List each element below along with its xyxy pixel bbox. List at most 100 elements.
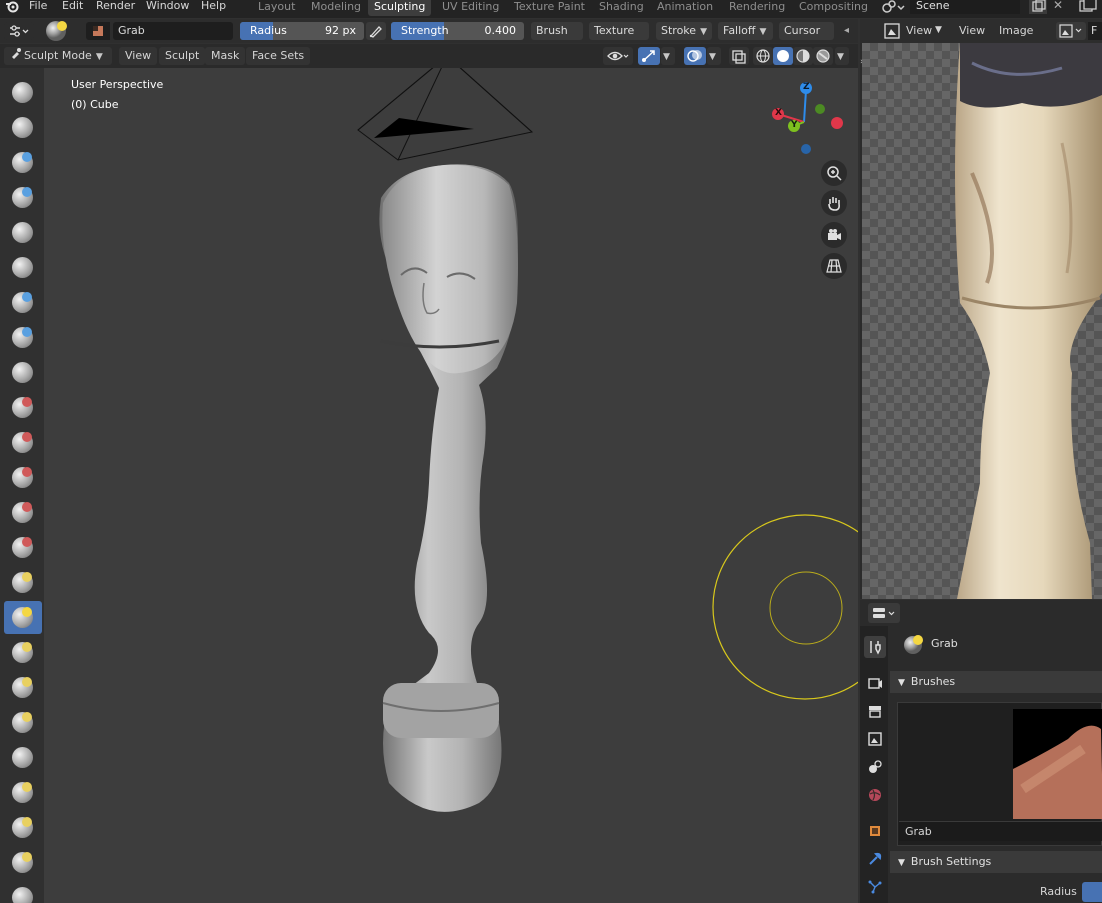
world-properties-icon[interactable] <box>864 784 886 806</box>
menu-file[interactable]: File <box>29 0 47 14</box>
grab-brush-icon[interactable] <box>4 601 42 634</box>
thumb-brush-icon[interactable] <box>4 706 42 739</box>
rotate-brush-icon[interactable] <box>4 811 42 844</box>
header-overflow-icon[interactable]: ◂ <box>844 22 856 40</box>
radius-slider[interactable]: Radius 92 px <box>240 22 364 40</box>
crease-brush-icon[interactable] <box>4 356 42 389</box>
modifier-properties-icon[interactable] <box>864 848 886 870</box>
sculpt-mesh[interactable] <box>369 163 549 828</box>
editor-type-button[interactable] <box>4 22 34 40</box>
render-properties-icon[interactable] <box>864 672 886 694</box>
3d-viewport[interactable]: User Perspective (0) Cube Z X Y <box>44 68 858 903</box>
material-shading-button[interactable] <box>793 47 813 65</box>
brushes-panel-header[interactable]: ▼ Brushes <box>890 671 1102 693</box>
layer-brush-icon[interactable] <box>4 251 42 284</box>
texture-menu[interactable]: Texture▼ <box>589 22 649 55</box>
tab-layout[interactable]: Layout <box>252 0 301 16</box>
slide-relax-brush-icon[interactable] <box>4 846 42 879</box>
brush-menu[interactable]: Brush▼ <box>531 22 583 55</box>
camera-object[interactable] <box>354 68 534 164</box>
draw-brush-icon[interactable] <box>4 76 42 109</box>
scrape-brush-icon[interactable] <box>4 496 42 529</box>
tab-rendering[interactable]: Rendering <box>723 0 791 16</box>
menu-help[interactable]: Help <box>201 0 226 14</box>
snake-hook-brush-icon[interactable] <box>4 671 42 704</box>
gizmo-toggle[interactable] <box>638 47 660 65</box>
radius-pressure-icon[interactable] <box>366 22 386 40</box>
tool-properties-icon[interactable] <box>864 636 886 658</box>
nudge-brush-icon[interactable] <box>4 776 42 809</box>
delete-scene-icon[interactable]: ✕ <box>1050 0 1066 14</box>
solid-shading-button[interactable] <box>773 47 793 65</box>
scene-selector-icon[interactable] <box>881 0 907 14</box>
multiplane-scrape-brush-icon[interactable] <box>4 531 42 564</box>
view-menu[interactable]: View <box>119 47 158 65</box>
image-tool-icon[interactable] <box>884 23 900 39</box>
elastic-deform-brush-icon[interactable] <box>4 636 42 669</box>
pose-brush-icon[interactable] <box>4 741 42 774</box>
face-sets-menu[interactable]: Face Sets <box>246 47 311 65</box>
pinch-brush-icon[interactable] <box>4 566 42 599</box>
cursor-menu[interactable]: Cursor▼ <box>779 22 834 55</box>
gizmo-menu[interactable]: ▼ <box>661 47 675 65</box>
scene-name-field[interactable]: Scene <box>910 0 1020 14</box>
clay-strips-brush-icon[interactable] <box>4 181 42 214</box>
particles-properties-icon[interactable] <box>864 876 886 898</box>
perspective-grid-icon[interactable] <box>821 253 847 279</box>
reference-image-canvas[interactable] <box>862 43 1102 599</box>
view-layer-icon[interactable] <box>1076 0 1102 14</box>
view-layer-properties-icon[interactable] <box>864 728 886 750</box>
brush-name-field[interactable]: Grab <box>113 22 233 40</box>
camera-view-icon[interactable] <box>821 222 847 248</box>
visibility-menu[interactable] <box>603 47 633 65</box>
strength-slider[interactable]: Strength 0.400 <box>391 22 524 40</box>
smooth-brush-icon[interactable] <box>4 391 42 424</box>
boundary-brush-icon[interactable] <box>4 881 42 903</box>
fill-brush-icon[interactable] <box>4 461 42 494</box>
tab-compositing[interactable]: Compositing <box>793 0 874 16</box>
menu-edit[interactable]: Edit <box>62 0 83 14</box>
clay-brush-icon[interactable] <box>4 146 42 179</box>
inflate-brush-icon[interactable] <box>4 286 42 319</box>
zoom-icon[interactable] <box>821 160 847 186</box>
image-editor-image-menu[interactable]: Image <box>999 24 1033 37</box>
xray-toggle[interactable] <box>729 47 749 65</box>
mode-selector[interactable]: Sculpt Mode ▼ <box>4 47 112 65</box>
draw-sharp-brush-icon[interactable] <box>4 111 42 144</box>
pan-hand-icon[interactable] <box>821 190 847 216</box>
brush-settings-radius-slider[interactable] <box>1082 882 1102 902</box>
flatten-brush-icon[interactable] <box>4 426 42 459</box>
shading-menu[interactable]: ▼ <box>835 47 849 65</box>
scene-properties-icon[interactable] <box>864 756 886 778</box>
image-name-field[interactable]: F <box>1088 22 1102 40</box>
sculpt-menu[interactable]: Sculpt <box>159 47 206 65</box>
menu-render[interactable]: Render <box>96 0 135 14</box>
brush-preview-box[interactable]: Grab <box>897 702 1102 846</box>
stroke-menu[interactable]: Stroke ▼ <box>656 22 712 40</box>
blob-brush-icon[interactable] <box>4 321 42 354</box>
image-editor-view-menu[interactable]: View <box>959 24 985 37</box>
menu-window[interactable]: Window <box>146 0 189 14</box>
rendered-shading-button[interactable] <box>813 47 833 65</box>
wireframe-shading-button[interactable] <box>753 47 773 65</box>
brush-preview-icon[interactable] <box>45 20 69 42</box>
brush-texture-icon[interactable] <box>86 22 110 40</box>
properties-editor-type-button[interactable] <box>868 603 900 623</box>
tab-sculpting[interactable]: Sculpting <box>368 0 432 16</box>
falloff-menu[interactable]: Falloff ▼ <box>718 22 773 40</box>
overlays-toggle[interactable] <box>684 47 706 65</box>
overlays-menu[interactable]: ▼ <box>707 47 721 65</box>
object-properties-icon[interactable] <box>864 820 886 842</box>
tab-animation[interactable]: Animation <box>651 0 719 16</box>
clay-thumb-brush-icon[interactable] <box>4 216 42 249</box>
brush-preview-name-field[interactable]: Grab <box>899 821 1102 841</box>
mask-menu[interactable]: Mask <box>205 47 246 65</box>
blender-logo-icon[interactable] <box>5 0 19 14</box>
new-scene-icon[interactable] <box>1029 0 1047 14</box>
tab-texture-paint[interactable]: Texture Paint <box>508 0 591 16</box>
tab-modeling[interactable]: Modeling <box>305 0 367 16</box>
image-editor-view-dropdown[interactable]: View <box>906 24 932 37</box>
tab-shading[interactable]: Shading <box>593 0 650 16</box>
tab-uv-editing[interactable]: UV Editing <box>436 0 505 16</box>
output-properties-icon[interactable] <box>864 700 886 722</box>
